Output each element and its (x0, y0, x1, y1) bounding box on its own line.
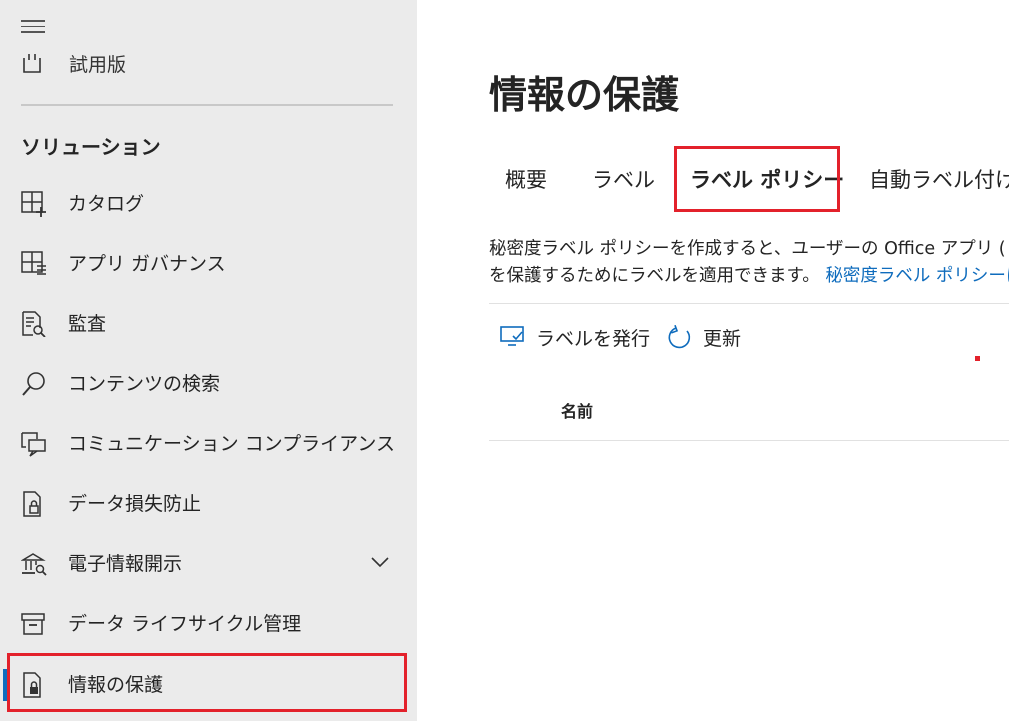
divider (489, 303, 1009, 304)
sidebar-divider (21, 104, 393, 106)
description: 秘密度ラベル ポリシーを作成すると、ユーザーの Office アプリ ( を保護… (489, 236, 1009, 290)
tab-labels[interactable]: ラベル (592, 164, 655, 194)
section-title-solutions: ソリューション (21, 135, 161, 159)
sidebar-item-label: データ ライフサイクル管理 (68, 613, 302, 635)
sidebar-item-data-loss-prevention[interactable]: データ損失防止 (0, 474, 417, 532)
publish-labels-label: ラベルを発行 (536, 328, 651, 350)
sidebar-item-data-lifecycle[interactable]: データ ライフサイクル管理 (0, 594, 417, 652)
refresh-label: 更新 (703, 328, 742, 350)
sidebar-item-app-governance[interactable]: アプリ ガバナンス (0, 234, 417, 292)
sidebar-item-trial[interactable]: 試用版 (21, 50, 401, 80)
table-header-divider (489, 440, 1009, 441)
sidebar-item-ediscovery[interactable]: 電子情報開示 (0, 534, 417, 592)
highlight-box-sidebar (7, 653, 407, 712)
sidebar-item-communication-compliance[interactable]: コミュニケーション コンプライアンス (0, 414, 417, 472)
sidebar-item-audit[interactable]: 監査 (0, 294, 417, 352)
search-icon (21, 371, 47, 397)
ediscovery-icon (20, 551, 47, 577)
sidebar-item-label: 監査 (68, 313, 107, 335)
audit-icon (21, 311, 47, 338)
page-title: 情報の保護 (489, 73, 680, 117)
annotation-dot (975, 356, 980, 361)
left-navigation: 試用版 ソリューション カタログ アプリ ガバナンス 監査 コンテンツの検索 コ… (0, 0, 417, 721)
sidebar-item-catalog[interactable]: カタログ (0, 174, 417, 232)
description-line-2: を保護するためにラベルを適用できます。 秘密度ラベル ポリシーに (489, 263, 1009, 290)
tab-overview[interactable]: 概要 (505, 164, 547, 194)
learn-more-link[interactable]: 秘密度ラベル ポリシーに (825, 266, 1009, 286)
hamburger-menu-icon[interactable] (21, 20, 45, 34)
catalog-icon (21, 191, 47, 217)
sidebar-item-label: 試用版 (69, 54, 127, 76)
refresh-icon (667, 324, 693, 355)
sidebar-item-label: 電子情報開示 (68, 553, 183, 575)
archive-icon (21, 611, 47, 637)
sidebar-item-content-search[interactable]: コンテンツの検索 (0, 354, 417, 412)
communication-compliance-icon (21, 431, 47, 457)
sidebar-item-label: コンテンツの検索 (68, 373, 221, 395)
dlp-icon (21, 491, 47, 517)
tab-auto-labeling[interactable]: 自動ラベル付け (869, 164, 1009, 194)
sidebar-item-label: データ損失防止 (68, 493, 202, 515)
app-governance-icon (21, 251, 47, 277)
highlight-box-tab (674, 146, 840, 212)
description-line-1: 秘密度ラベル ポリシーを作成すると、ユーザーの Office アプリ ( (489, 239, 1006, 259)
sidebar-item-label: コミュニケーション コンプライアンス (68, 433, 395, 455)
trial-icon (21, 52, 43, 78)
publish-icon (500, 325, 526, 353)
chevron-down-icon[interactable] (370, 554, 390, 573)
sidebar-item-label: アプリ ガバナンス (68, 253, 226, 275)
sidebar-item-label: カタログ (68, 193, 145, 215)
column-header-name[interactable]: 名前 (561, 398, 593, 422)
